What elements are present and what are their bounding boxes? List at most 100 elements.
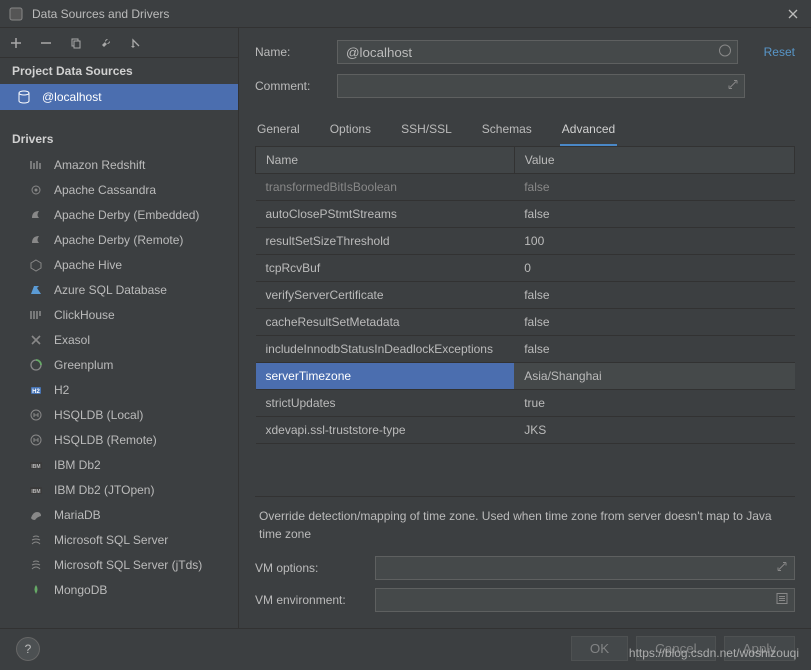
svg-text:IBM: IBM — [31, 464, 40, 470]
property-value[interactable]: 100 — [514, 228, 794, 255]
vm-env-input[interactable] — [375, 588, 795, 612]
ok-button[interactable]: OK — [571, 636, 628, 661]
sidebar-item-label: Apache Hive — [54, 258, 122, 272]
sidebar-item-driver[interactable]: Microsoft SQL Server — [0, 527, 238, 552]
reset-link[interactable]: Reset — [764, 45, 795, 59]
property-name[interactable]: xdevapi.ssl-truststore-type — [256, 417, 515, 444]
column-name[interactable]: Name — [256, 147, 515, 174]
property-name[interactable]: transformedBitIsBoolean — [256, 174, 515, 201]
sidebar-item-label: MariaDB — [54, 508, 101, 522]
sidebar-item-driver[interactable]: Amazon Redshift — [0, 152, 238, 177]
sidebar-item-driver[interactable]: Exasol — [0, 327, 238, 352]
table-row[interactable]: xdevapi.ssl-truststore-typeJKS — [256, 417, 795, 444]
apply-button[interactable]: Apply — [724, 636, 795, 661]
help-button[interactable]: ? — [16, 637, 40, 661]
property-value[interactable]: false — [514, 174, 794, 201]
sidebar-item-driver[interactable]: Apache Cassandra — [0, 177, 238, 202]
vm-options-label: VM options: — [255, 561, 365, 575]
property-name[interactable]: resultSetSizeThreshold — [256, 228, 515, 255]
sidebar-item-driver[interactable]: MariaDB — [0, 502, 238, 527]
table-row[interactable]: resultSetSizeThreshold100 — [256, 228, 795, 255]
name-label: Name: — [255, 45, 325, 59]
sidebar-item-label: Azure SQL Database — [54, 283, 167, 297]
property-name[interactable]: strictUpdates — [256, 390, 515, 417]
table-row[interactable]: strictUpdatestrue — [256, 390, 795, 417]
wrench-icon[interactable] — [98, 35, 114, 51]
property-value[interactable]: false — [514, 282, 794, 309]
copy-icon[interactable] — [68, 35, 84, 51]
revert-icon[interactable] — [128, 35, 144, 51]
list-icon[interactable] — [776, 593, 788, 608]
sidebar-item-label: IBM Db2 (JTOpen) — [54, 483, 154, 497]
footer: ? OK Cancel Apply — [0, 628, 811, 668]
property-name[interactable]: cacheResultSetMetadata — [256, 309, 515, 336]
redshift-icon — [28, 157, 44, 173]
table-row[interactable]: verifyServerCertificatefalse — [256, 282, 795, 309]
property-name[interactable]: verifyServerCertificate — [256, 282, 515, 309]
close-icon[interactable] — [783, 4, 803, 24]
sidebar-item-driver[interactable]: MongoDB — [0, 577, 238, 602]
sidebar-item-driver[interactable]: Apache Hive — [0, 252, 238, 277]
expand-icon[interactable] — [727, 79, 739, 94]
table-row[interactable]: cacheResultSetMetadatafalse — [256, 309, 795, 336]
property-name[interactable]: includeInnodbStatusInDeadlockExceptions — [256, 336, 515, 363]
property-value[interactable]: true — [514, 390, 794, 417]
mongo-icon — [28, 582, 44, 598]
table-row[interactable]: includeInnodbStatusInDeadlockExceptionsf… — [256, 336, 795, 363]
data-sources-header: Project Data Sources — [0, 58, 238, 84]
add-icon[interactable] — [8, 35, 24, 51]
property-name[interactable]: tcpRcvBuf — [256, 255, 515, 282]
table-row[interactable]: transformedBitIsBooleanfalse — [256, 174, 795, 201]
property-value[interactable]: JKS — [514, 417, 794, 444]
tab-schemas[interactable]: Schemas — [480, 116, 534, 146]
sidebar-item-driver[interactable]: ClickHouse — [0, 302, 238, 327]
sidebar-item-driver[interactable]: Azure SQL Database — [0, 277, 238, 302]
db2-icon: IBM — [28, 457, 44, 473]
sidebar-item-label: Apache Cassandra — [54, 183, 156, 197]
property-value[interactable]: 0 — [514, 255, 794, 282]
property-name[interactable]: serverTimezone — [256, 363, 515, 390]
tab-advanced[interactable]: Advanced — [560, 116, 617, 146]
table-row[interactable]: tcpRcvBuf0 — [256, 255, 795, 282]
property-value[interactable]: false — [514, 309, 794, 336]
property-value[interactable]: Asia/Shanghai — [514, 363, 794, 390]
sidebar-item-driver[interactable]: HSQLDB (Local) — [0, 402, 238, 427]
hsqldb-icon — [28, 432, 44, 448]
vm-options-input[interactable] — [375, 556, 795, 580]
property-name[interactable]: autoClosePStmtStreams — [256, 201, 515, 228]
tab-general[interactable]: General — [255, 116, 302, 146]
tab-sshssl[interactable]: SSH/SSL — [399, 116, 454, 146]
sidebar-item-label: ClickHouse — [54, 308, 115, 322]
column-value[interactable]: Value — [514, 147, 794, 174]
sidebar-item-driver[interactable]: Microsoft SQL Server (jTds) — [0, 552, 238, 577]
sidebar-item-label: H2 — [54, 383, 69, 397]
sidebar-item-driver[interactable]: HSQLDB (Remote) — [0, 427, 238, 452]
sidebar-item-driver[interactable]: IBMIBM Db2 (JTOpen) — [0, 477, 238, 502]
properties-table[interactable]: Name Value transformedBitIsBooleanfalsea… — [255, 147, 795, 496]
sidebar-item-driver[interactable]: H2H2 — [0, 377, 238, 402]
cancel-button[interactable]: Cancel — [636, 636, 716, 661]
circle-icon[interactable] — [718, 44, 732, 61]
exasol-icon — [28, 332, 44, 348]
titlebar: Data Sources and Drivers — [0, 0, 811, 28]
remove-icon[interactable] — [38, 35, 54, 51]
table-row[interactable]: autoClosePStmtStreamsfalse — [256, 201, 795, 228]
content-panel: Name: Reset Comment: GeneralOptionsSSH/S… — [239, 28, 811, 628]
property-value[interactable]: false — [514, 336, 794, 363]
comment-input[interactable] — [337, 74, 745, 98]
sidebar-item-driver[interactable]: Apache Derby (Embedded) — [0, 202, 238, 227]
sidebar-item-driver[interactable]: IBMIBM Db2 — [0, 452, 238, 477]
description-text: Override detection/mapping of time zone.… — [255, 496, 795, 552]
sidebar-item-driver[interactable]: Greenplum — [0, 352, 238, 377]
sidebar-item-driver[interactable]: Apache Derby (Remote) — [0, 227, 238, 252]
sidebar-item-label: MongoDB — [54, 583, 107, 597]
mariadb-icon — [28, 507, 44, 523]
expand-icon[interactable] — [776, 561, 788, 576]
name-input[interactable] — [337, 40, 738, 64]
property-value[interactable]: false — [514, 201, 794, 228]
table-row[interactable]: serverTimezoneAsia/Shanghai — [256, 363, 795, 390]
azure-icon — [28, 282, 44, 298]
sidebar-item-datasource[interactable]: @localhost — [0, 84, 238, 110]
tab-options[interactable]: Options — [328, 116, 373, 146]
window-title: Data Sources and Drivers — [32, 7, 783, 21]
